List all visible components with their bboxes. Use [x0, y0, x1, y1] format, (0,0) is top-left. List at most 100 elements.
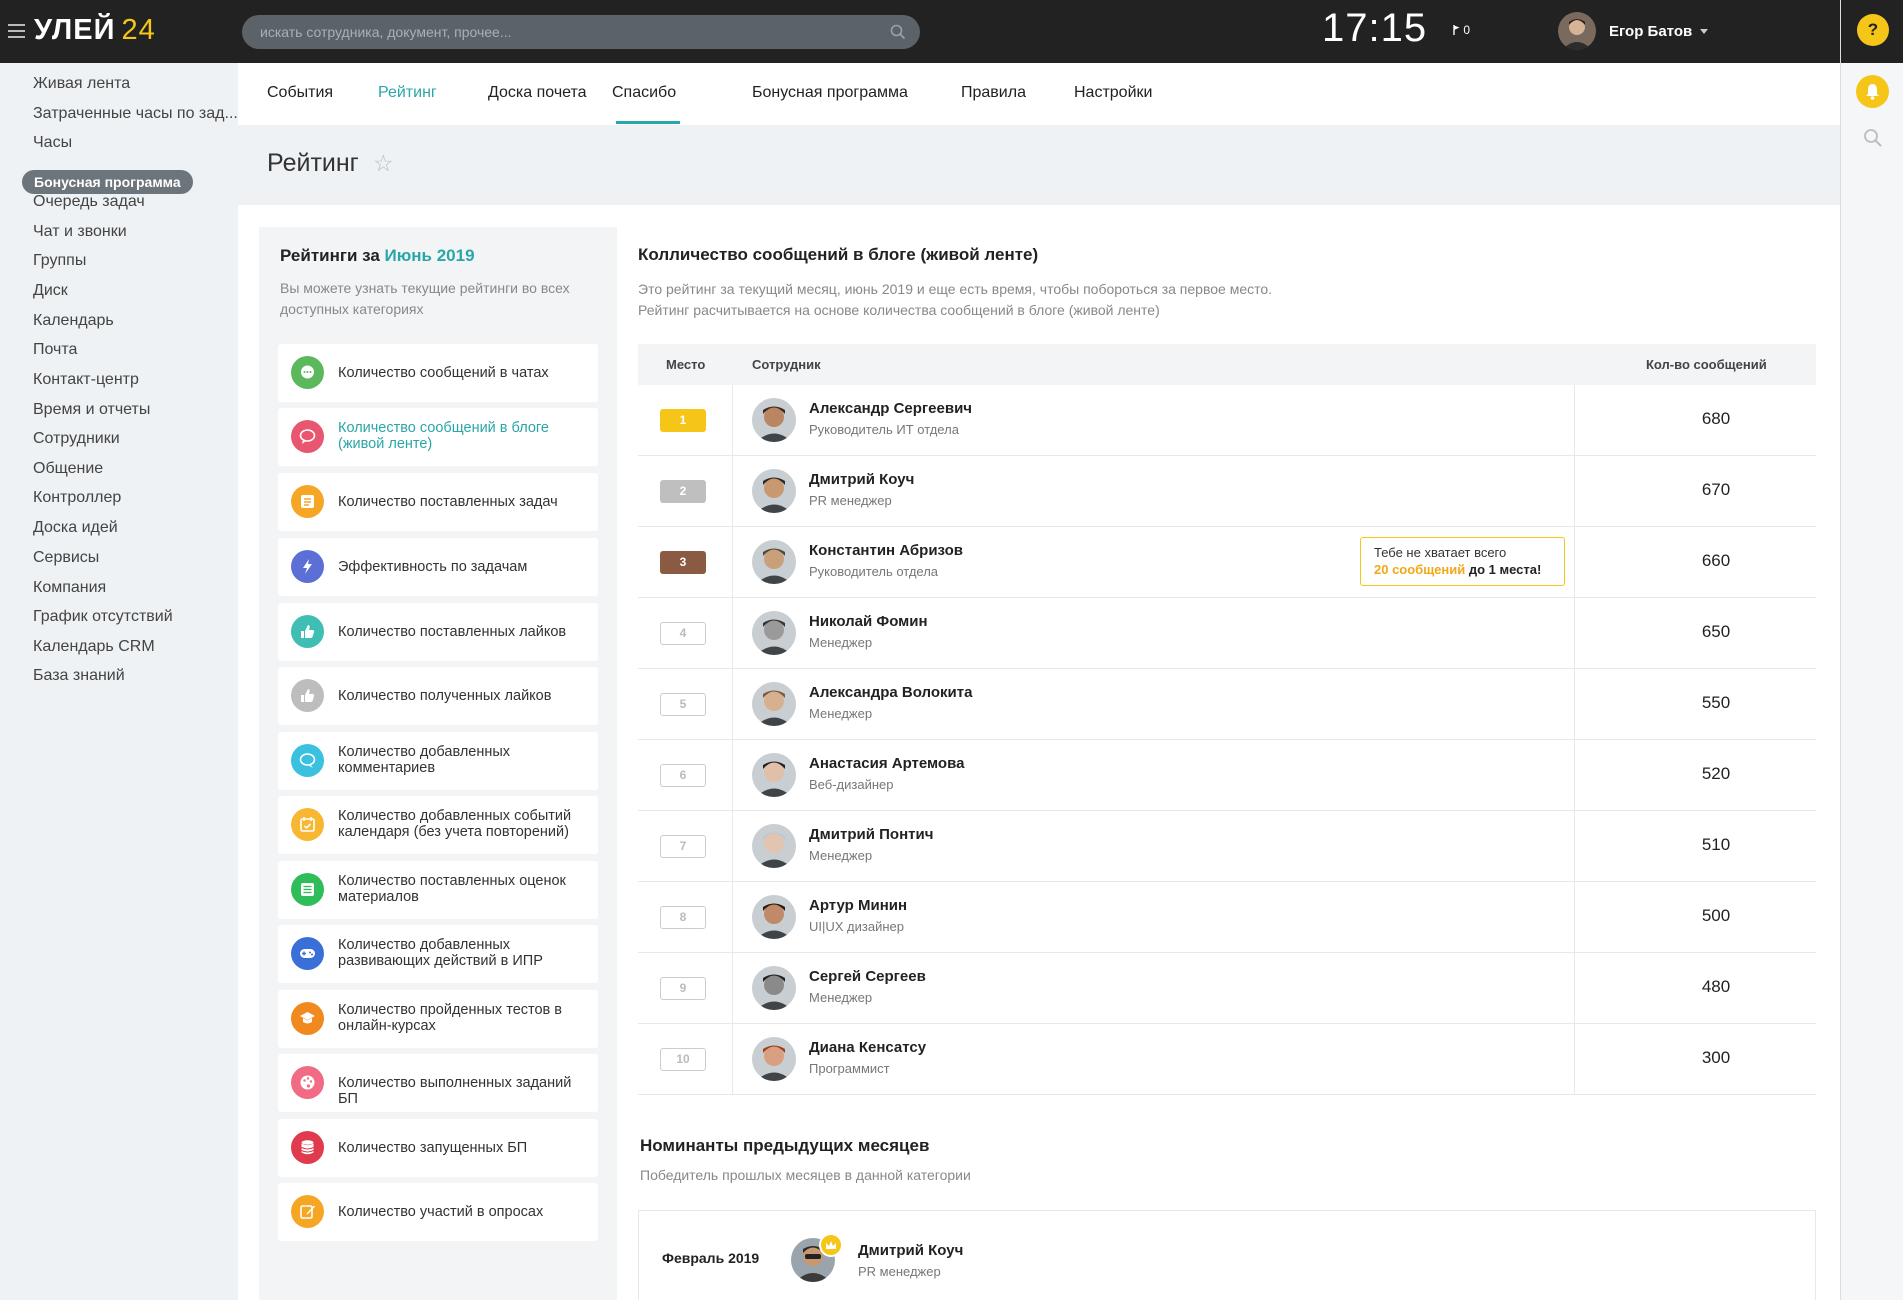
category-item[interactable]: Эффективность по задачам — [278, 538, 598, 596]
sidebar-item[interactable]: Группы — [33, 252, 86, 276]
flag-counter[interactable]: 0 — [1453, 23, 1470, 37]
logo[interactable]: УЛЕЙ 24 — [34, 14, 156, 47]
employee-role: Менеджер — [809, 848, 873, 863]
star-icon[interactable]: ☆ — [373, 150, 394, 177]
category-item[interactable]: Количество добавленных развивающих дейст… — [278, 925, 598, 983]
employee-name[interactable]: Дмитрий Коуч — [809, 471, 914, 488]
employee-name[interactable]: Константин Абризов — [809, 542, 963, 559]
avatar — [1558, 12, 1596, 50]
sidebar-item[interactable]: Календарь — [33, 312, 114, 336]
sidebar-item[interactable]: Часы — [33, 134, 72, 158]
edit-icon — [291, 1195, 324, 1228]
sidebar-item[interactable]: График отсутствий — [33, 608, 173, 632]
chat-icon — [291, 356, 324, 389]
employee-name[interactable]: Артур Минин — [809, 897, 907, 914]
sidebar-item[interactable]: Диск — [33, 282, 68, 306]
avatar[interactable] — [752, 540, 796, 584]
tab[interactable]: Правила — [961, 84, 1026, 102]
employee-name[interactable]: Сергей Сергеев — [809, 968, 926, 985]
notifications-button[interactable] — [1856, 75, 1889, 108]
category-item[interactable]: Количество добавленных событий календаря… — [278, 796, 598, 854]
employee-name[interactable]: Дмитрий Понтич — [809, 826, 933, 843]
category-item[interactable]: Количество выполненных заданий БП — [278, 1054, 598, 1112]
employee-name[interactable]: Диана Кенсатсу — [809, 1039, 926, 1056]
category-item[interactable]: Количество поставленных оценок материало… — [278, 861, 598, 919]
sidebar: Живая лента Затраченные часы по зад... Час… — [0, 63, 238, 1300]
category-item[interactable]: Количество сообщений в блоге (живой лент… — [278, 408, 598, 466]
categories-description: Вы можете узнать текущие рейтинги во все… — [280, 280, 570, 317]
sidebar-item[interactable]: Календарь CRM — [33, 638, 155, 662]
column-employee: Сотрудник — [752, 357, 821, 372]
employee-name[interactable]: Александра Волокита — [809, 684, 972, 701]
help-button[interactable]: ? — [1857, 14, 1889, 46]
employee-role: Менеджер — [809, 635, 873, 650]
sidebar-item[interactable]: База знаний — [33, 667, 125, 691]
sidebar-item[interactable]: Очередь задач — [33, 193, 145, 217]
avatar[interactable] — [752, 1037, 796, 1081]
rating-title: Колличество сообщений в блоге (живой лен… — [638, 245, 1039, 264]
list-icon — [291, 873, 324, 906]
tooltip-line: Тебе не хватает всего — [1374, 545, 1507, 560]
employee-name[interactable]: Николай Фомин — [809, 613, 928, 630]
sidebar-item[interactable]: Сотрудники — [33, 430, 120, 454]
tab[interactable]: Настройки — [1074, 84, 1152, 102]
tab[interactable]: Доска почета — [488, 84, 587, 102]
category-item[interactable]: Количество поставленных лайков — [278, 603, 598, 661]
graduation-cap-icon — [291, 1002, 324, 1035]
tasks-icon — [291, 485, 324, 518]
sidebar-item[interactable]: Сервисы — [33, 549, 99, 573]
category-item[interactable]: Количество добавленных комментариев — [278, 732, 598, 790]
avatar[interactable] — [752, 682, 796, 726]
menu-icon[interactable] — [8, 24, 25, 38]
search-icon[interactable] — [890, 24, 906, 40]
employee-name[interactable]: Александр Сергеевич — [809, 400, 972, 417]
avatar[interactable] — [752, 966, 796, 1010]
place-badge: 5 — [660, 693, 706, 716]
palette-icon — [291, 1066, 324, 1099]
tab[interactable]: Спасибо — [612, 84, 676, 102]
user-menu[interactable]: Егор Батов — [1558, 12, 1709, 50]
nominee-name[interactable]: Дмитрий Коуч — [858, 1242, 963, 1259]
calendar-icon — [291, 808, 324, 841]
logo-text: УЛЕЙ — [34, 14, 116, 46]
sidebar-item[interactable]: Затраченные часы по зад... — [33, 105, 238, 129]
crown-icon — [819, 1233, 843, 1257]
avatar[interactable] — [752, 895, 796, 939]
category-label: Количество сообщений в блоге (живой лент… — [338, 420, 549, 452]
message-count: 550 — [1701, 693, 1731, 712]
sidebar-item[interactable]: Контроллер — [33, 489, 121, 513]
place-badge: 3 — [660, 551, 706, 574]
sidebar-item[interactable]: Контакт-центр — [33, 371, 139, 395]
nominees-title: Номинанты предыдущих месяцев — [640, 1136, 930, 1155]
employee-role: Программист — [809, 1061, 890, 1076]
sidebar-item[interactable]: Живая лента — [33, 75, 130, 99]
category-label: Количество добавленных развивающих дейст… — [338, 937, 543, 969]
sidebar-item[interactable]: Компания — [33, 579, 106, 603]
category-item[interactable]: Количество полученных лайков — [278, 667, 598, 725]
category-item[interactable]: Количество участий в опросах — [278, 1183, 598, 1241]
table-row: 9 Сергей Сергеев Менеджер 480 — [638, 953, 1816, 1024]
month-selector[interactable]: Июнь 2019 — [385, 246, 475, 265]
avatar[interactable] — [752, 824, 796, 868]
employee-name[interactable]: Анастасия Артемова — [809, 755, 964, 772]
sidebar-item[interactable]: Бонусная программа — [22, 170, 193, 194]
category-item[interactable]: Количество пройденных тестов в онлайн-ку… — [278, 990, 598, 1048]
avatar[interactable] — [752, 398, 796, 442]
sidebar-item[interactable]: Время и отчеты — [33, 401, 150, 425]
category-item[interactable]: Количество запущенных БП — [278, 1119, 598, 1177]
sidebar-item[interactable]: Доска идей — [33, 519, 118, 543]
sidebar-item[interactable]: Общение — [33, 460, 103, 484]
sidebar-item[interactable]: Почта — [33, 341, 77, 365]
sidebar-item[interactable]: Чат и звонки — [33, 223, 127, 247]
avatar[interactable] — [752, 611, 796, 655]
tab[interactable]: Рейтинг — [378, 84, 437, 102]
avatar[interactable] — [752, 753, 796, 797]
avatar[interactable] — [752, 469, 796, 513]
category-item[interactable]: Количество поставленных задач — [278, 473, 598, 531]
tab[interactable]: События — [267, 84, 333, 102]
tab[interactable]: Бонусная программа — [752, 84, 908, 102]
search-icon[interactable] — [1863, 128, 1883, 148]
category-item[interactable]: Количество сообщений в чатах — [278, 344, 598, 402]
search-input[interactable] — [260, 15, 860, 49]
place-badge: 4 — [660, 622, 706, 645]
